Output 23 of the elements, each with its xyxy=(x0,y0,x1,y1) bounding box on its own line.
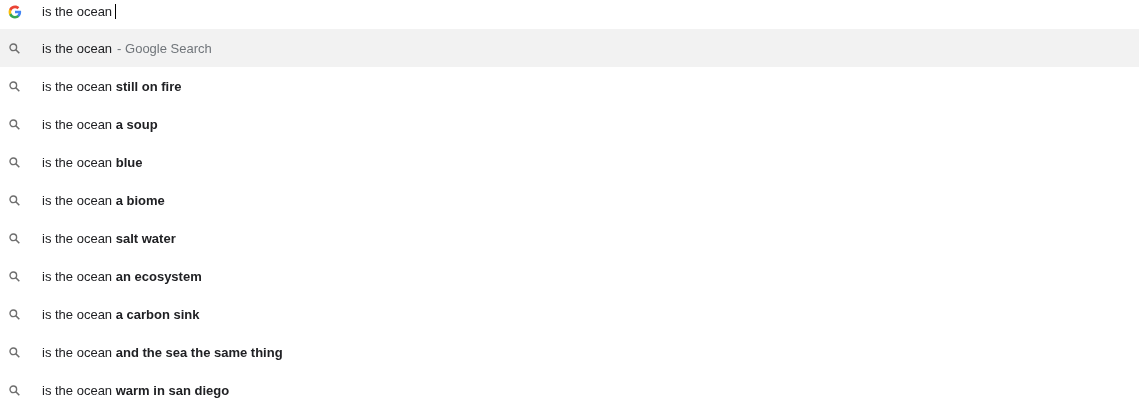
search-icon xyxy=(9,270,20,282)
search-icon xyxy=(9,80,20,92)
g-logo-icon xyxy=(8,4,22,19)
search-icon xyxy=(9,42,20,54)
suggestion-item[interactable]: is the ocean an ecosystem xyxy=(0,257,1139,295)
suggestion-item[interactable]: is the ocean a soup xyxy=(0,105,1139,143)
suggestion-item[interactable]: is the ocean and the sea the same thing xyxy=(0,333,1139,371)
search-icon xyxy=(9,194,20,206)
suggestion-item[interactable]: is the ocean warm in san diego xyxy=(0,371,1139,409)
search-engine-label: - Google Search xyxy=(117,40,212,56)
search-icon xyxy=(9,156,20,168)
suggestion-item[interactable]: is the ocean salt water xyxy=(0,219,1139,257)
suggestion-item[interactable]: is the ocean blue xyxy=(0,143,1139,181)
search-icon xyxy=(9,232,20,244)
suggestion-item[interactable]: is the ocean a biome xyxy=(0,181,1139,219)
address-field[interactable]: is the ocean xyxy=(42,4,117,19)
search-icon xyxy=(9,346,20,358)
search-icon xyxy=(9,118,20,130)
search-icon xyxy=(9,384,20,396)
suggestion-item[interactable]: is the ocean a carbon sink xyxy=(0,295,1139,333)
search-icon xyxy=(9,308,20,320)
suggestion-item[interactable]: is the ocean - Google Search xyxy=(0,29,1139,67)
suggestion-item[interactable]: is the ocean still on fire xyxy=(0,67,1139,105)
